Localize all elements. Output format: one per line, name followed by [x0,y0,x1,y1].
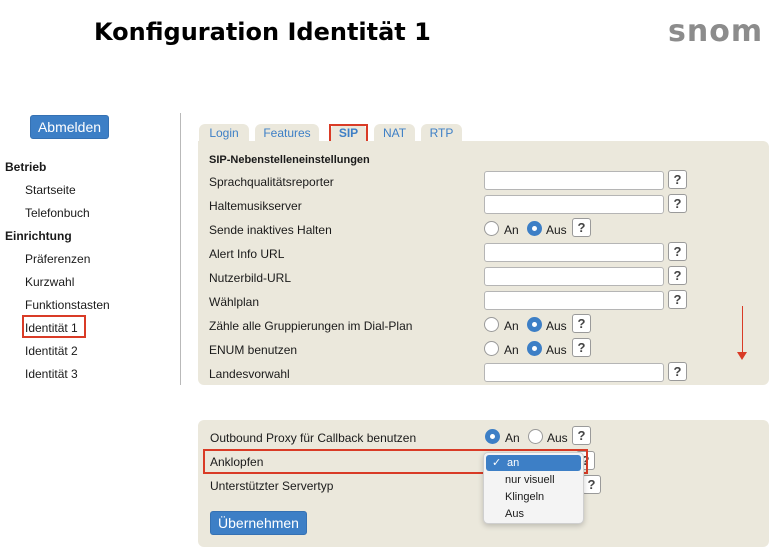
radio-an[interactable] [485,429,500,444]
dropdown-option-label: an [507,457,520,469]
radio-an[interactable] [484,341,499,356]
tab-rtp[interactable]: RTP [421,124,462,142]
help-button[interactable]: ? [668,170,687,189]
sidebar-item-praeferenzen[interactable]: Präferenzen [25,252,90,266]
radio-an-label: An [505,431,520,445]
label-sende-inaktives-halten: Sende inaktives Halten [209,223,332,237]
sidebar-item-funktionstasten[interactable]: Funktionstasten [25,298,110,312]
radio-an-label: An [504,319,519,333]
apply-button[interactable]: Übernehmen [210,511,307,535]
label-nutzerbild-url: Nutzerbild-URL [209,271,292,285]
nutzerbild-url-input[interactable] [484,267,664,286]
label-haltemusikserver: Haltemusikserver [209,199,302,213]
dropdown-option-nur-visuell[interactable]: nur visuell [484,472,583,488]
dropdown-option-an[interactable]: ✓ an [486,455,581,471]
label-unterstuetzter-servertyp: Unterstützter Servertyp [210,479,334,493]
sidebar-item-kurzwahl[interactable]: Kurzwahl [25,275,74,289]
help-button[interactable]: ? [668,362,687,381]
tab-nat[interactable]: NAT [374,124,415,142]
radio-an-label: An [504,223,519,237]
sidebar-item-identitaet-3[interactable]: Identität 3 [25,367,78,381]
identitaet-1-highlight [22,315,86,338]
dropdown-option-aus[interactable]: Aus [484,506,583,522]
sidebar-item-telefonbuch[interactable]: Telefonbuch [25,206,90,220]
radio-aus[interactable] [527,317,542,332]
label-zaehle-gruppierungen: Zähle alle Gruppierungen im Dial-Plan [209,319,413,333]
radio-aus[interactable] [528,429,543,444]
radio-aus-label: Aus [547,431,568,445]
scroll-down-arrow-line [742,306,743,356]
checkmark-icon: ✓ [492,457,502,469]
sidebar-divider [180,113,181,385]
radio-an[interactable] [484,317,499,332]
radio-aus-label: Aus [546,343,567,357]
radio-an[interactable] [484,221,499,236]
haltemusikserver-input[interactable] [484,195,664,214]
nav-section-betrieb: Betrieb [5,160,47,174]
sprachqualitaetsreporter-input[interactable] [484,171,664,190]
radio-aus[interactable] [527,341,542,356]
alert-info-url-input[interactable] [484,243,664,262]
section-heading: SIP-Nebenstelleneinstellungen [209,154,370,166]
sidebar-item-startseite[interactable]: Startseite [25,183,76,197]
page-title: Konfiguration Identität 1 [94,18,431,46]
nav-section-einrichtung: Einrichtung [5,229,72,243]
radio-aus[interactable] [527,221,542,236]
tab-features[interactable]: Features [255,124,319,142]
help-button[interactable]: ? [572,314,591,333]
label-waehlplan: Wählplan [209,295,260,309]
radio-aus-label: Aus [546,319,567,333]
landesvorwahl-input[interactable] [484,363,664,382]
label-alert-info-url: Alert Info URL [209,247,285,261]
help-button[interactable]: ? [572,218,591,237]
label-enum-benutzen: ENUM benutzen [209,343,298,357]
help-button[interactable]: ? [668,194,687,213]
sidebar-item-identitaet-2[interactable]: Identität 2 [25,344,78,358]
waehlplan-input[interactable] [484,291,664,310]
help-button[interactable]: ? [582,475,601,494]
help-button[interactable]: ? [668,242,687,261]
radio-an-label: An [504,343,519,357]
help-button[interactable]: ? [668,266,687,285]
help-button[interactable]: ? [572,426,591,445]
logout-button[interactable]: Abmelden [30,115,109,139]
label-sprachqualitaetsreporter: Sprachqualitätsreporter [209,175,334,189]
scroll-down-arrow-icon [737,352,747,360]
tab-login[interactable]: Login [199,124,249,142]
help-button[interactable]: ? [668,290,687,309]
anklopfen-dropdown[interactable]: ✓ an nur visuell Klingeln Aus [483,452,584,524]
help-button[interactable]: ? [572,338,591,357]
radio-aus-label: Aus [546,223,567,237]
label-outbound-proxy-callback: Outbound Proxy für Callback benutzen [210,431,417,445]
label-landesvorwahl: Landesvorwahl [209,367,290,381]
snom-logo: snom [668,14,764,49]
dropdown-option-klingeln[interactable]: Klingeln [484,489,583,505]
